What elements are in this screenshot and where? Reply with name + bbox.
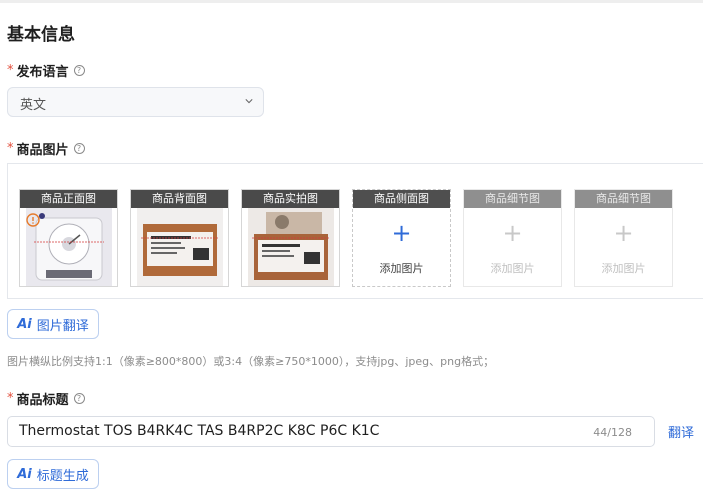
product-title-value: Thermostat TOS B4RK4C TAS B4RP2C K8C P6C… bbox=[19, 423, 380, 439]
image-slot-caption: 商品背面图 bbox=[131, 190, 228, 208]
add-image-label: 添加图片 bbox=[601, 262, 646, 275]
images-label-text: 商品图片 bbox=[16, 143, 69, 158]
title-generate-button[interactable]: Ai 标题生成 bbox=[7, 459, 99, 489]
required-mark: * bbox=[7, 141, 14, 156]
plus-icon: + bbox=[502, 219, 523, 247]
image-slot-caption: 商品细节图 bbox=[575, 190, 672, 208]
product-title-input[interactable]: Thermostat TOS B4RK4C TAS B4RP2C K8C P6C… bbox=[7, 416, 655, 447]
title-label-text: 商品标题 bbox=[16, 393, 69, 408]
plus-icon: + bbox=[391, 219, 412, 247]
ai-icon: Ai bbox=[17, 466, 32, 482]
image-slot-detail-1: 商品细节图 + 添加图片 bbox=[463, 189, 562, 287]
language-label-text: 发布语言 bbox=[16, 65, 69, 80]
help-icon[interactable]: ? bbox=[73, 143, 85, 154]
product-photo-real bbox=[248, 208, 334, 286]
image-translate-button[interactable]: Ai 图片翻译 bbox=[7, 309, 99, 339]
language-label: * 发布语言 ? bbox=[7, 61, 85, 80]
help-icon[interactable]: ? bbox=[73, 393, 85, 404]
translate-link[interactable]: 翻译 bbox=[668, 422, 694, 441]
required-mark: * bbox=[7, 391, 14, 406]
image-format-hint: 图片横纵比例支持1:1（像素≥800*800）或3:4（像素≥750*1000）… bbox=[7, 355, 495, 368]
image-slot-front[interactable]: 商品正面图 bbox=[19, 189, 118, 287]
section-title: 基本信息 bbox=[7, 25, 75, 45]
add-image-label: 添加图片 bbox=[379, 262, 424, 275]
image-slot-caption: 商品细节图 bbox=[464, 190, 561, 208]
image-slot-caption: 商品侧面图 bbox=[353, 190, 450, 208]
chevron-down-icon bbox=[245, 99, 253, 104]
title-label: * 商品标题 ? bbox=[7, 389, 85, 408]
add-image-label: 添加图片 bbox=[490, 262, 535, 275]
help-icon[interactable]: ? bbox=[73, 65, 85, 76]
character-counter: 44/128 bbox=[593, 426, 632, 439]
image-translate-label: 图片翻译 bbox=[36, 318, 89, 334]
required-mark: * bbox=[7, 63, 14, 78]
image-slot-back[interactable]: 商品背面图 bbox=[130, 189, 229, 287]
title-generate-label: 标题生成 bbox=[36, 468, 89, 484]
language-select[interactable]: 英文 bbox=[7, 87, 264, 117]
product-photo-back bbox=[137, 208, 223, 286]
top-divider bbox=[0, 0, 703, 3]
ai-icon: Ai bbox=[17, 316, 32, 332]
image-slot-side[interactable]: 商品侧面图 + 添加图片 bbox=[352, 189, 451, 287]
image-slot-caption: 商品实拍图 bbox=[242, 190, 339, 208]
image-slot-caption: 商品正面图 bbox=[20, 190, 117, 208]
image-slot-real[interactable]: 商品实拍图 bbox=[241, 189, 340, 287]
language-select-value: 英文 bbox=[20, 98, 47, 113]
product-photo-front bbox=[26, 208, 112, 286]
plus-icon: + bbox=[613, 219, 634, 247]
image-slot-detail-2: 商品细节图 + 添加图片 bbox=[574, 189, 673, 287]
images-label: * 商品图片 ? bbox=[7, 139, 85, 158]
